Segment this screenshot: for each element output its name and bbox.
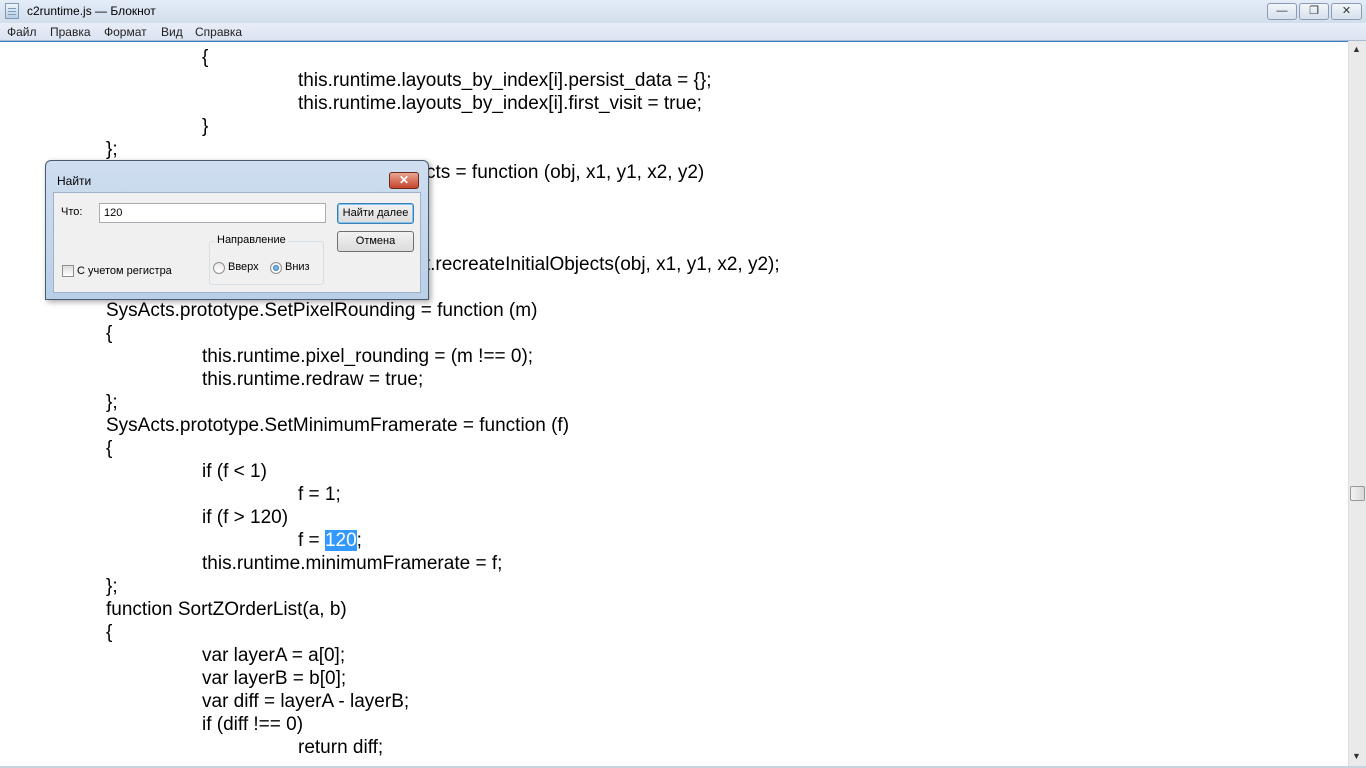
scrollbar-thumb[interactable] <box>1350 486 1365 501</box>
text-line: var layerA = a[0]; <box>202 644 345 667</box>
scroll-down-arrow-icon[interactable]: ▼ <box>1352 751 1361 761</box>
restore-button[interactable]: ❐ <box>1299 3 1329 20</box>
find-what-label: Что: <box>61 206 83 218</box>
vertical-scrollbar[interactable]: ▲ ▼ <box>1348 41 1366 766</box>
menu-help[interactable]: Справка <box>195 25 242 39</box>
text-line: { <box>106 621 112 644</box>
line-text: function SortZOrderList(a, b) <box>106 599 347 620</box>
text-line: f = 1; <box>298 483 341 506</box>
cancel-button[interactable]: Отмена <box>337 231 414 252</box>
text-line: if (f > 120) <box>202 506 288 529</box>
line-text: this.runtime.minimumFramerate = f; <box>202 553 503 574</box>
find-dialog: Найти ✕ Что: Найти далее Отмена Направле… <box>45 160 429 300</box>
text-line: var diff = layerA - layerB; <box>202 690 409 713</box>
line-text: { <box>202 47 209 68</box>
direction-down-radio[interactable] <box>270 262 282 274</box>
text-line: if (f < 1) <box>202 460 267 483</box>
text-line: SysActs.prototype.SetPixelRounding = fun… <box>106 299 537 322</box>
direction-up-label[interactable]: Вверх <box>228 261 259 273</box>
match-case-checkbox[interactable] <box>62 265 74 277</box>
line-text: this.runtime.layouts_by_index[i].first_v… <box>298 93 702 114</box>
text-line: this.runtime.minimumFramerate = f; <box>202 552 502 575</box>
line-text: SysActs.prototype.SetPixelRounding = fun… <box>106 300 538 321</box>
direction-up-radio[interactable] <box>213 262 225 274</box>
menu-format[interactable]: Формат <box>104 25 147 39</box>
notepad-icon <box>5 3 19 19</box>
find-next-button[interactable]: Найти далее <box>337 203 414 224</box>
text-line: this.runtime.layouts_by_index[i].persist… <box>298 69 712 92</box>
text-line: f = 120; <box>298 529 362 552</box>
direction-group: Направление Вверх Вниз <box>209 234 324 285</box>
text-line: return diff; <box>298 736 383 759</box>
close-button[interactable]: ✕ <box>1331 3 1362 20</box>
text-line: }; <box>106 138 118 161</box>
line-text: if (f > 120) <box>202 507 289 528</box>
text-line: SysActs.prototype.SetMinimumFramerate = … <box>106 414 569 437</box>
match-case-label[interactable]: С учетом регистра <box>77 265 172 277</box>
line-text: f = <box>298 530 325 551</box>
line-text: }; <box>106 139 118 160</box>
line-text: return diff; <box>298 737 384 758</box>
menu-file[interactable]: Файл <box>7 25 37 39</box>
text-line: } <box>202 115 208 138</box>
scroll-up-arrow-icon[interactable]: ▲ <box>1352 44 1361 54</box>
dialog-close-button[interactable]: ✕ <box>389 172 419 189</box>
find-what-input[interactable] <box>99 203 326 223</box>
window-title: c2runtime.js — Блокнот <box>27 4 156 18</box>
text-line: }; <box>106 391 118 414</box>
menu-bar: Файл Правка Формат Вид Справка <box>0 23 1366 41</box>
menu-view[interactable]: Вид <box>161 25 183 39</box>
text-line: var layerB = b[0]; <box>202 667 346 690</box>
line-text: }; <box>106 576 118 597</box>
text-line: this.runtime.pixel_rounding = (m !== 0); <box>202 345 533 368</box>
line-text: var layerA = a[0]; <box>202 645 346 666</box>
line-text: this.runtime.layouts_by_index[i].persist… <box>298 70 712 91</box>
text-editor[interactable]: { this.runtime.layouts_by_index[i].persis… <box>0 41 1348 766</box>
text-line: function SortZOrderList(a, b) <box>106 598 347 621</box>
line-text: this.runtime.redraw = true; <box>202 369 424 390</box>
menu-edit[interactable]: Правка <box>50 25 91 39</box>
line-text: var layerB = b[0]; <box>202 668 347 689</box>
line-text: } <box>202 116 209 137</box>
line-text: var diff = layerA - layerB; <box>202 691 410 712</box>
text-line: }; <box>106 575 118 598</box>
text-line: { <box>106 437 112 460</box>
title-bar: c2runtime.js — Блокнот — ❐ ✕ <box>0 0 1366 23</box>
direction-label: Направление <box>215 234 288 246</box>
text-line: { <box>106 322 112 345</box>
dialog-title: Найти <box>57 174 92 188</box>
line-text: }; <box>106 392 118 413</box>
text-line: this.runtime.layouts_by_index[i].first_v… <box>298 92 702 115</box>
selected-text: 120 <box>324 530 357 551</box>
line-text: { <box>106 438 113 459</box>
line-text: { <box>106 323 113 344</box>
line-text: f = 1; <box>298 484 341 505</box>
dialog-body: Что: Найти далее Отмена Направление Ввер… <box>53 192 421 293</box>
minimize-button[interactable]: — <box>1267 3 1297 20</box>
line-text: if (diff !== 0) <box>202 714 304 735</box>
text-line: if (diff !== 0) <box>202 713 303 736</box>
line-text: ; <box>356 530 362 551</box>
text-line: this.runtime.redraw = true; <box>202 368 423 391</box>
line-text: if (f < 1) <box>202 461 267 482</box>
direction-down-label[interactable]: Вниз <box>285 261 310 273</box>
text-line: { <box>202 46 208 69</box>
line-text: { <box>106 622 113 643</box>
line-text: SysActs.prototype.SetMinimumFramerate = … <box>106 415 570 436</box>
line-text: this.runtime.pixel_rounding = (m !== 0); <box>202 346 534 367</box>
